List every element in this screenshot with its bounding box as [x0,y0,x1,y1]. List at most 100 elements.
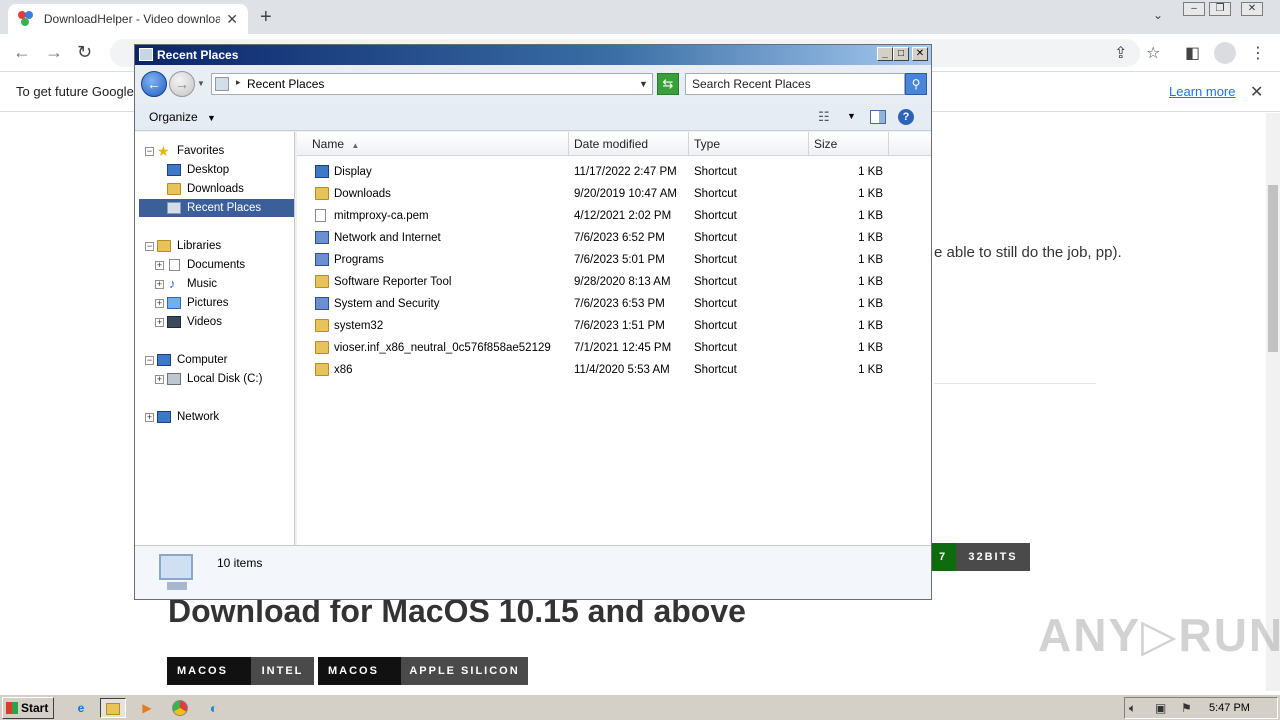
file-row[interactable]: system32 7/6/2023 1:51 PM Shortcut 1 KB [297,315,931,337]
download-macos-apple-silicon-button[interactable]: APPLE SILICON [401,657,528,685]
file-name: mitmproxy-ca.pem [334,210,429,222]
nav-music[interactable]: ♪ Music [165,275,285,293]
address-breadcrumb[interactable]: ▸ Recent Places ▼ [211,73,653,95]
address-dropdown-icon[interactable]: ▼ [639,79,648,89]
file-date-modified: 7/6/2023 5:01 PM [574,254,665,266]
videos-expander[interactable]: + [155,318,164,327]
profile-avatar[interactable] [1214,42,1236,64]
chrome-icon[interactable] [167,698,193,718]
browser-tab[interactable]: DownloadHelper - Video download bro ✕ [8,4,248,34]
change-view-icon[interactable]: ☷ [818,109,830,125]
edge-icon[interactable]: ◐ [201,698,227,718]
column-size[interactable]: Size [809,132,889,156]
infobar-close-icon[interactable]: ✕ [1250,82,1263,102]
tab-search-chevron-icon[interactable]: ⌄ [1153,8,1163,22]
file-row[interactable]: x86 11/4/2020 5:53 AM Shortcut 1 KB [297,359,931,381]
help-icon[interactable]: ? [898,109,914,125]
bookmark-star-icon[interactable]: ☆ [1146,43,1160,63]
address-text: Recent Places [247,77,325,91]
nav-downloads[interactable]: Downloads [165,180,285,198]
file-size: 1 KB [858,254,883,266]
nav-pictures[interactable]: Pictures [165,294,285,312]
page-scrollbar-thumb[interactable] [1268,185,1278,352]
libraries-expander[interactable]: − [145,242,154,251]
explorer-taskbar-icon[interactable] [100,698,126,718]
nav-label: Recent Places [187,202,262,214]
network-expander[interactable]: + [145,413,154,422]
favorites-expander[interactable]: − [145,147,154,156]
back-button[interactable]: ← [141,71,167,97]
file-name: Software Reporter Tool [334,276,452,288]
windows-logo-icon [6,702,18,714]
reload-icon[interactable]: ↻ [77,42,92,63]
nav-label: Downloads [187,183,244,195]
download-macos-silicon-os-button[interactable]: MACOS [318,657,401,685]
control-panel-icon [315,297,329,310]
close-button[interactable]: ✕ [912,47,928,61]
file-row[interactable]: Display 11/17/2022 2:47 PM Shortcut 1 KB [297,161,931,183]
file-type: Shortcut [694,188,737,200]
column-type[interactable]: Type [689,132,809,156]
documents-expander[interactable]: + [155,261,164,270]
download-windows-7-button[interactable]: 7 [930,543,956,571]
browser-minimize-button[interactable]: – [1183,2,1205,16]
start-button[interactable]: Start [2,697,54,719]
download-macos-intel-button[interactable]: INTEL [251,657,314,685]
explorer-titlebar[interactable]: Recent Places _ □ ✕ [135,45,931,65]
file-row[interactable]: vioser.inf_x86_neutral_0c576f858ae52129 7… [297,337,931,359]
menu-kebab-icon[interactable]: ⋮ [1250,43,1266,63]
search-input[interactable]: Search Recent Places [685,73,905,95]
file-row[interactable]: Programs 7/6/2023 5:01 PM Shortcut 1 KB [297,249,931,271]
download-32bits-button[interactable]: 32BITS [956,543,1030,571]
forward-arrow-icon[interactable]: → [45,42,63,63]
download-macos-intel-os-button[interactable]: MACOS [167,657,251,685]
column-name[interactable]: Name ▲ [307,132,569,156]
forward-button[interactable]: → [169,71,195,97]
file-row[interactable]: Downloads 9/20/2019 10:47 AM Shortcut 1 KB [297,183,931,205]
computer-expander[interactable]: − [145,356,154,365]
clock[interactable]: 5:47 PM [1209,702,1250,714]
internet-explorer-icon[interactable]: e [68,698,94,718]
search-icon[interactable]: ⚲ [905,73,927,95]
minimize-button[interactable]: _ [877,47,893,61]
organize-button[interactable]: Organize ▼ [149,110,216,124]
browser-restore-button[interactable]: ❐ [1209,2,1231,16]
browser-close-button[interactable]: ✕ [1241,2,1263,16]
browser-tab-strip: DownloadHelper - Video download bro ✕ + … [0,0,1280,34]
refresh-button[interactable]: ⇆ [657,73,679,95]
nav-recent-places[interactable]: Recent Places [139,199,294,217]
file-row[interactable]: Network and Internet 7/6/2023 6:52 PM Shor… [297,227,931,249]
nav-local-disk[interactable]: Local Disk (C:) [165,370,290,388]
side-panel-icon[interactable]: ◧ [1185,43,1200,63]
volume-icon[interactable]: 🔈︎ [1129,701,1136,716]
tab-close-icon[interactable]: ✕ [226,11,238,28]
preview-pane-button[interactable] [870,110,886,124]
maximize-button[interactable]: □ [893,47,909,61]
column-date-modified[interactable]: Date modified [569,132,689,156]
nav-desktop[interactable]: Desktop [165,161,285,179]
nav-videos[interactable]: Videos [165,313,285,331]
back-arrow-icon[interactable]: ← [13,42,31,63]
share-icon[interactable]: ⇪ [1114,43,1127,63]
file-row[interactable]: System and Security 7/6/2023 6:53 PM Short… [297,293,931,315]
file-date-modified: 7/1/2021 12:45 PM [574,342,672,354]
recent-pages-dropdown-icon[interactable]: ▼ [197,79,205,88]
new-tab-button[interactable]: + [260,6,272,29]
pictures-expander[interactable]: + [155,299,164,308]
learn-more-link[interactable]: Learn more [1169,84,1235,99]
media-player-icon[interactable]: ▶ [134,698,160,718]
documents-icon [169,259,180,271]
nav-label: Computer [177,354,228,366]
action-center-flag-icon[interactable]: ⚑ [1181,701,1192,715]
breadcrumb-chevron-icon[interactable]: ▸ [236,77,241,88]
nav-documents[interactable]: Documents [165,256,285,274]
file-date-modified: 7/6/2023 6:52 PM [574,232,665,244]
file-row[interactable]: mitmproxy-ca.pem 4/12/2021 2:02 PM Shortcu… [297,205,931,227]
file-name: x86 [334,364,353,376]
network-tray-icon[interactable]: ▣ [1155,701,1166,715]
local-disk-expander[interactable]: + [155,375,164,384]
file-row[interactable]: Software Reporter Tool 9/28/2020 8:13 AM S… [297,271,931,293]
views-dropdown-icon[interactable]: ▼ [847,111,856,121]
music-expander[interactable]: + [155,280,164,289]
monitor-icon [315,165,329,178]
